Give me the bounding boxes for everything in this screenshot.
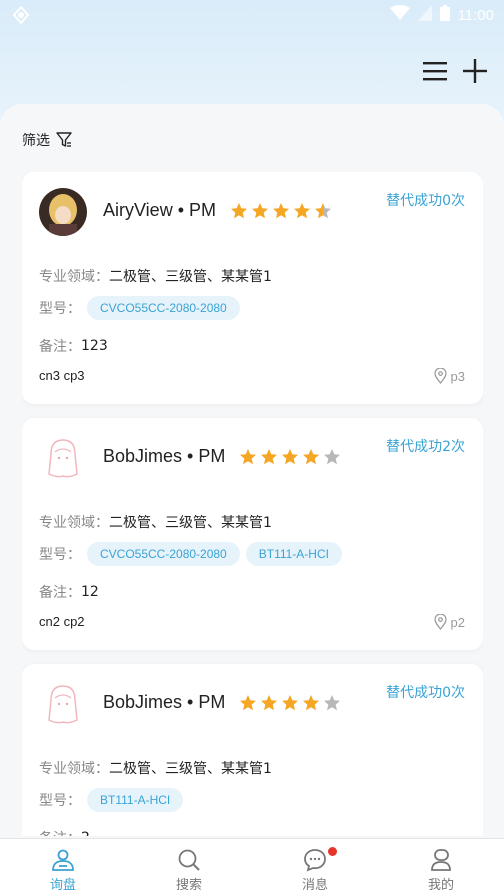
replace-count[interactable]: 替代成功0次 bbox=[386, 682, 465, 702]
menu-button[interactable] bbox=[422, 58, 448, 84]
note-row: 备注： 12 bbox=[39, 582, 99, 602]
note-value: 12 bbox=[81, 584, 99, 600]
location-label: p3 bbox=[450, 368, 465, 384]
note-label: 备注： bbox=[39, 339, 81, 355]
battery-icon bbox=[439, 5, 450, 25]
codes: cn2 cp2 bbox=[39, 614, 85, 629]
location: p2 bbox=[433, 614, 465, 630]
star-icon bbox=[261, 694, 278, 710]
supplier-card[interactable]: BobJimes • PM 替代成功2次 专业领域： 二极管、三级管、某某管1 … bbox=[22, 418, 483, 650]
supplier-list: AiryView • PM 替代成功0次 专业领域： 二极管、三级管、某某管1 … bbox=[22, 172, 483, 836]
rating-stars bbox=[239, 694, 341, 712]
codes: cn3 cp3 bbox=[39, 368, 85, 383]
tab-profile[interactable]: 我的 bbox=[378, 839, 504, 896]
filter-button[interactable]: 筛选 bbox=[22, 130, 72, 150]
note-row: 备注： 123 bbox=[39, 336, 108, 356]
supplier-card[interactable]: BobJimes • PM 替代成功0次 专业领域： 二极管、三级管、某某管1 … bbox=[22, 664, 483, 836]
menu-icon bbox=[423, 62, 447, 81]
status-bar: 11:00 bbox=[0, 0, 504, 30]
app-notification-icon bbox=[12, 5, 30, 25]
message-icon bbox=[302, 847, 328, 873]
star-icon bbox=[315, 202, 331, 218]
note-value: 2 bbox=[81, 830, 90, 836]
star-icon bbox=[282, 694, 299, 710]
field-label: 专业领域： bbox=[39, 761, 109, 777]
tab-label: 消息 bbox=[301, 878, 328, 893]
location-pin-icon bbox=[433, 614, 447, 630]
note-value: 123 bbox=[81, 338, 108, 354]
supplier-card[interactable]: AiryView • PM 替代成功0次 专业领域： 二极管、三级管、某某管1 … bbox=[22, 172, 483, 404]
search-icon bbox=[176, 847, 202, 873]
avatar bbox=[39, 680, 87, 728]
note-row: 备注： 2 bbox=[39, 828, 90, 836]
field-label: 专业领域： bbox=[39, 269, 109, 285]
filter-icon bbox=[56, 132, 72, 147]
star-icon bbox=[240, 694, 257, 710]
star-icon bbox=[240, 448, 257, 464]
star-icon bbox=[324, 448, 341, 464]
filter-label: 筛选 bbox=[22, 133, 50, 149]
top-actions bbox=[422, 58, 488, 84]
model-row: 型号： CVCO55CC-2080-2080 BT111-A-HCI bbox=[39, 542, 348, 566]
star-icon bbox=[324, 694, 341, 710]
replace-count[interactable]: 替代成功2次 bbox=[386, 436, 465, 456]
star-icon bbox=[303, 448, 320, 464]
tab-label: 询盘 bbox=[49, 878, 76, 893]
tab-inquiry[interactable]: 询盘 bbox=[0, 839, 126, 896]
plus-icon bbox=[463, 59, 487, 83]
inquiry-icon bbox=[50, 847, 76, 873]
add-button[interactable] bbox=[462, 58, 488, 84]
field-value: 二极管、三级管、某某管1 bbox=[109, 515, 272, 531]
model-tag[interactable]: BT111-A-HCI bbox=[87, 788, 184, 812]
location: p3 bbox=[433, 368, 465, 384]
field-value: 二极管、三级管、某某管1 bbox=[109, 761, 272, 777]
tab-bar: 询盘 搜索 消息 我的 bbox=[0, 838, 504, 896]
model-tag[interactable]: CVCO55CC-2080-2080 bbox=[87, 296, 240, 320]
message-badge bbox=[328, 847, 337, 856]
rating-stars bbox=[230, 202, 332, 220]
star-icon bbox=[231, 202, 247, 218]
wifi-icon bbox=[389, 5, 410, 25]
model-tag[interactable]: CVCO55CC-2080-2080 bbox=[87, 542, 240, 566]
supplier-name: AiryView • PM bbox=[103, 200, 216, 220]
tab-messages[interactable]: 消息 bbox=[252, 839, 378, 896]
star-icon bbox=[303, 694, 320, 710]
signal-icon bbox=[417, 5, 432, 25]
rating-stars bbox=[239, 448, 341, 466]
field-row: 专业领域： 二极管、三级管、某某管1 bbox=[39, 758, 272, 778]
field-row: 专业领域： 二极管、三级管、某某管1 bbox=[39, 266, 272, 286]
model-row: 型号： CVCO55CC-2080-2080 bbox=[39, 296, 246, 320]
model-row: 型号： BT111-A-HCI bbox=[39, 788, 189, 812]
location-label: p2 bbox=[450, 614, 465, 630]
tab-search[interactable]: 搜索 bbox=[126, 839, 252, 896]
note-label: 备注： bbox=[39, 828, 81, 836]
avatar bbox=[39, 434, 87, 482]
field-value: 二极管、三级管、某某管1 bbox=[109, 269, 272, 285]
model-label: 型号： bbox=[39, 301, 81, 317]
model-label: 型号： bbox=[39, 793, 81, 809]
star-icon bbox=[261, 448, 278, 464]
star-icon bbox=[273, 202, 289, 218]
star-icon bbox=[252, 202, 268, 218]
supplier-name: BobJimes • PM bbox=[103, 692, 226, 712]
model-tag[interactable]: BT111-A-HCI bbox=[245, 542, 342, 566]
note-label: 备注： bbox=[39, 585, 81, 601]
supplier-name: BobJimes • PM bbox=[103, 446, 226, 466]
star-icon bbox=[294, 202, 310, 218]
tab-label: 搜索 bbox=[175, 878, 202, 893]
avatar bbox=[39, 188, 87, 236]
status-time: 11:00 bbox=[457, 6, 494, 24]
location-pin-icon bbox=[433, 368, 447, 384]
field-label: 专业领域： bbox=[39, 515, 109, 531]
profile-icon bbox=[428, 847, 454, 873]
replace-count[interactable]: 替代成功0次 bbox=[386, 190, 465, 210]
tab-label: 我的 bbox=[427, 878, 454, 893]
star-icon bbox=[282, 448, 299, 464]
field-row: 专业领域： 二极管、三级管、某某管1 bbox=[39, 512, 272, 532]
model-label: 型号： bbox=[39, 547, 81, 563]
